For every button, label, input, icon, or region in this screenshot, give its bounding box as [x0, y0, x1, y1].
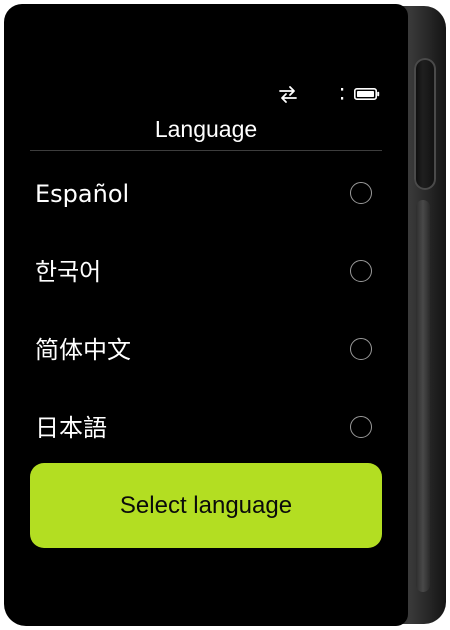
device-frame: Language Español 한국어 简体中文 日本語 Select lan…: [4, 4, 446, 626]
status-bar: [274, 84, 384, 104]
language-option-korean[interactable]: 한국어: [4, 233, 408, 311]
swap-arrows-icon: [279, 86, 297, 103]
language-label: 简体中文: [35, 336, 131, 364]
language-option-spanish[interactable]: Español: [4, 155, 408, 233]
radio-button[interactable]: [350, 182, 372, 204]
radio-button[interactable]: [350, 338, 372, 360]
language-screen: Language Español 한국어 简体中文 日本語 Select lan…: [4, 4, 408, 626]
select-language-button[interactable]: Select language: [30, 463, 382, 548]
device-side-rail: [416, 200, 430, 592]
language-label: 한국어: [35, 258, 102, 286]
language-label: Español: [35, 180, 130, 208]
device-side-button: [414, 58, 436, 190]
language-list: Español 한국어 简体中文 日本語: [4, 155, 408, 467]
radio-button[interactable]: [350, 416, 372, 438]
page-title: Language: [154, 116, 258, 142]
language-option-simplified-chinese[interactable]: 简体中文: [4, 311, 408, 389]
signal-icon: [341, 88, 344, 100]
language-label: 日本語: [35, 414, 107, 442]
title-divider: [30, 150, 382, 151]
battery-icon: [354, 88, 380, 100]
language-option-japanese[interactable]: 日本語: [4, 389, 408, 467]
radio-button[interactable]: [350, 260, 372, 282]
